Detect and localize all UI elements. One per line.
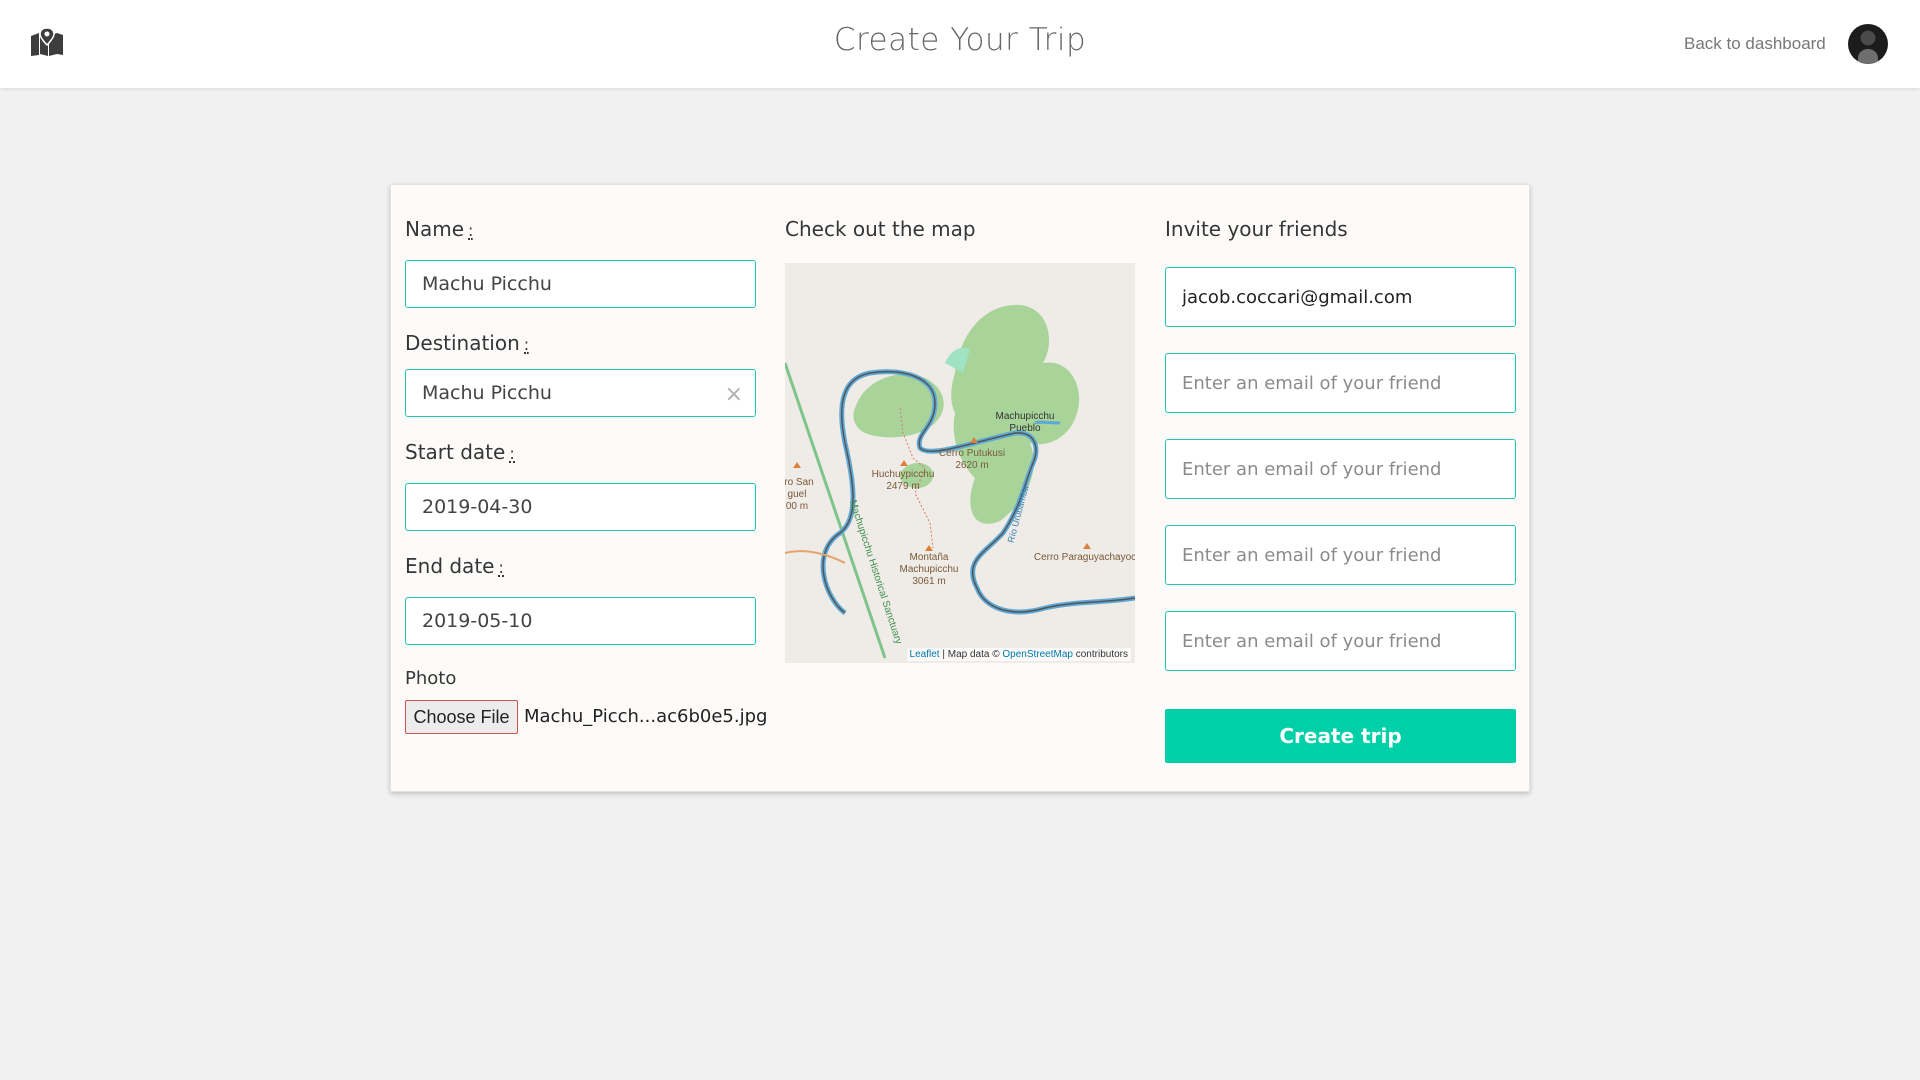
osm-link[interactable]: OpenStreetMap [1002,649,1073,660]
map-label: 00 m [786,501,808,512]
map-label: Pueblo [1009,423,1041,434]
map-label: 2479 m [886,481,919,492]
map-tiles: Machupicchu Pueblo Cerro Putukusi 2620 m… [785,304,1135,659]
required-marker: : [498,558,504,577]
clear-icon[interactable]: × [725,382,743,407]
map-label: ro San [785,477,814,488]
friend-email-input-2[interactable] [1165,353,1516,413]
create-trip-button[interactable]: Create trip [1165,709,1516,763]
map-attribution: Leaflet | Map data © OpenStreetMap contr… [906,648,1131,661]
friend-email-input-3[interactable] [1165,439,1516,499]
start-date-input[interactable] [405,483,756,531]
page-title: Create Your Trip [833,22,1087,58]
photo-label: Photo [405,668,457,689]
top-navbar: Create Your Trip Back to dashboard [0,0,1920,88]
trip-form-card: Name: Destination: Machu Picchu × Start … [390,184,1530,792]
destination-map[interactable]: Machupicchu Pueblo Cerro Putukusi 2620 m… [785,263,1135,663]
map-label: 2620 m [955,460,988,471]
choose-file-button[interactable]: Choose File [405,700,518,734]
map-label: Cerro Paraguyachayoc [1034,552,1135,563]
required-marker: : [509,444,515,463]
selected-file-name: Machu_Picch...ac6b0e5.jpg [524,706,768,727]
back-to-dashboard-link[interactable]: Back to dashboard [1684,34,1826,54]
required-marker: : [523,335,530,354]
map-label: Machupicchu [996,411,1055,422]
destination-label: Destination: [405,331,530,355]
map-label: Huchuypicchu [872,469,935,480]
name-input[interactable] [405,260,756,308]
map-label: Montaña [910,552,949,563]
map-label: 3061 m [912,576,945,587]
start-date-label: Start date: [405,440,515,464]
user-avatar[interactable] [1848,24,1888,64]
map-label: Cerro Putukusi [939,448,1005,459]
required-marker: : [468,221,474,240]
destination-value: Machu Picchu [422,382,552,404]
invite-title: Invite your friends [1165,217,1348,241]
friend-email-input-5[interactable] [1165,611,1516,671]
name-label: Name: [405,217,474,241]
friend-email-input-1[interactable] [1165,267,1516,327]
end-date-label: End date: [405,554,504,578]
map-label: guel [788,489,807,500]
friend-email-input-4[interactable] [1165,525,1516,585]
map-title: Check out the map [785,217,976,241]
leaflet-link[interactable]: Leaflet [910,649,940,660]
map-label: Machupicchu [900,564,959,575]
end-date-input[interactable] [405,597,756,645]
destination-select[interactable]: Machu Picchu × [405,369,756,417]
